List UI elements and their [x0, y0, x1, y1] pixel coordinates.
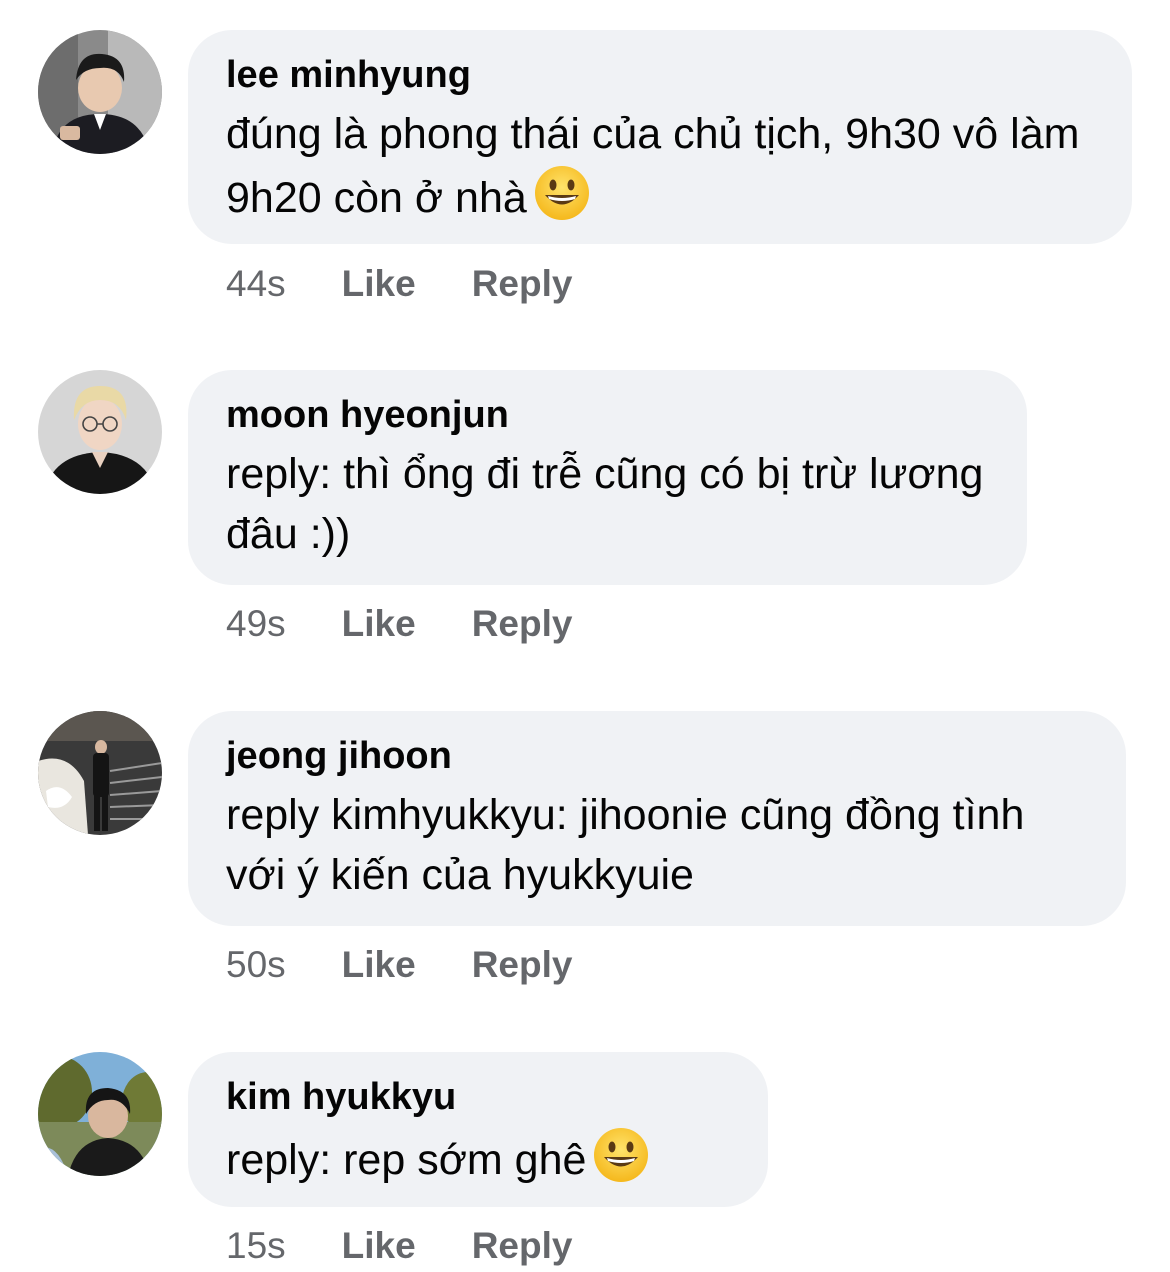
comment-timestamp: 15s — [226, 1225, 286, 1266]
avatar[interactable] — [38, 370, 162, 494]
avatar-photo — [38, 30, 162, 154]
grinning-face-emoji — [533, 164, 591, 222]
like-button[interactable]: Like — [342, 1224, 416, 1268]
comment-actions: 50s Like Reply — [226, 943, 572, 987]
reply-button[interactable]: Reply — [472, 1224, 573, 1268]
avatar-photo — [38, 1052, 162, 1176]
comment-text: đúng là phong thái của chủ tịch, 9h30 vô… — [226, 104, 1092, 228]
comment-text: reply kimhyukkyu: jihoonie cũng đồng tìn… — [226, 791, 1025, 899]
avatar[interactable] — [38, 711, 162, 835]
avatar-photo — [38, 711, 162, 835]
avatar-photo — [38, 370, 162, 494]
comment-bubble: jeong jihoon reply kimhyukkyu: jihoonie … — [188, 711, 1126, 926]
comment-text-content: đúng là phong thái của chủ tịch, 9h30 vô… — [226, 110, 1080, 222]
comment-author[interactable]: kim hyukkyu — [226, 1074, 728, 1120]
like-button[interactable]: Like — [342, 943, 416, 987]
comment-text: reply: thì ổng đi trễ cũng có bị trừ lươ… — [226, 450, 984, 558]
comment-timestamp: 44s — [226, 263, 286, 304]
comment-timestamp: 49s — [226, 603, 286, 644]
reply-button[interactable]: Reply — [472, 602, 573, 646]
comment-text: reply: rep sớm ghê — [226, 1126, 728, 1190]
comment-text-content: reply: rep sớm ghê — [226, 1136, 587, 1184]
like-button[interactable]: Like — [342, 602, 416, 646]
grinning-face-emoji — [592, 1126, 650, 1184]
comment-timestamp: 50s — [226, 944, 286, 985]
reply-button[interactable]: Reply — [472, 262, 573, 306]
comment-actions: 49s Like Reply — [226, 602, 572, 646]
comment-actions: 44s Like Reply — [226, 262, 572, 306]
comment-actions: 15s Like Reply — [226, 1224, 572, 1268]
avatar[interactable] — [38, 1052, 162, 1176]
comment-bubble: kim hyukkyu reply: rep sớm ghê — [188, 1052, 768, 1207]
like-button[interactable]: Like — [342, 262, 416, 306]
reply-button[interactable]: Reply — [472, 943, 573, 987]
avatar[interactable] — [38, 30, 162, 154]
comment-bubble: lee minhyung đúng là phong thái của chủ … — [188, 30, 1132, 244]
comment-author[interactable]: jeong jihoon — [226, 733, 1086, 779]
comment-bubble: moon hyeonjun reply: thì ổng đi trễ cũng… — [188, 370, 1027, 585]
comment-author[interactable]: lee minhyung — [226, 52, 1092, 98]
comment-author[interactable]: moon hyeonjun — [226, 392, 987, 438]
